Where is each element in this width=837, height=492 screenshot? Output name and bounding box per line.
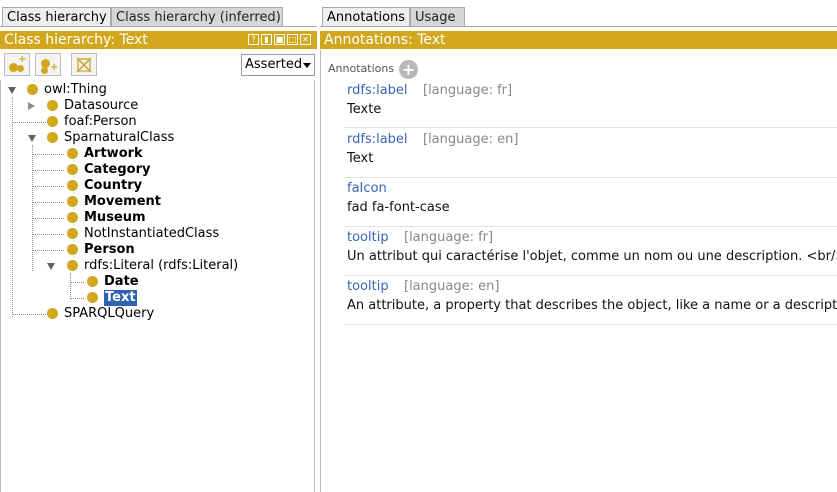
- annotation-value: fad fa-font-case: [347, 200, 450, 215]
- annotation-property[interactable]: rdfs:label: [347, 132, 408, 147]
- tree-guide: [70, 298, 84, 299]
- view-control-buttons: ? ▮ ■ □ ✕: [248, 34, 311, 45]
- right-tab-underline: [320, 26, 837, 27]
- hierarchy-mode-value: Asserted: [245, 57, 303, 72]
- tree-guide: [32, 170, 64, 171]
- delete-class-button[interactable]: [71, 53, 97, 76]
- hierarchy-mode-select[interactable]: Asserted: [241, 54, 315, 76]
- tree-guide: [32, 250, 64, 251]
- annotation-value: Un attribut qui caractérise l'objet, com…: [347, 249, 837, 264]
- collapse-rdfs-literal-icon[interactable]: [47, 263, 55, 270]
- class-icon: [47, 116, 58, 127]
- left-tab-underline: [0, 26, 317, 27]
- annotation-language: [language: fr]: [404, 230, 494, 245]
- class-icon: [47, 100, 58, 111]
- collapse-owl-thing-icon[interactable]: [8, 87, 16, 94]
- annotations-title: Annotations: Text: [324, 32, 446, 48]
- annotation-row[interactable]: faIcon fad fa-font-case: [347, 181, 837, 221]
- annotations-titlebar: Annotations: Text: [320, 31, 837, 49]
- annotation-value: An attribute, a property that describes …: [347, 298, 837, 313]
- tree-guide: [32, 218, 64, 219]
- tree-guide: [32, 234, 64, 235]
- annotation-language: [language: en]: [404, 279, 500, 294]
- class-icon: [67, 260, 78, 271]
- expand-datasource-icon[interactable]: [28, 102, 35, 110]
- class-hierarchy-titlebar: Class hierarchy: Text ? ▮ ■ □ ✕: [0, 31, 317, 49]
- tab-class-hierarchy[interactable]: Class hierarchy: [2, 7, 111, 26]
- annotation-row[interactable]: tooltip [language: en] An attribute, a p…: [347, 279, 837, 319]
- tree-guide-root: [12, 97, 13, 317]
- add-subclass-button[interactable]: +: [4, 53, 30, 76]
- class-icon: [67, 164, 78, 175]
- annotation-property[interactable]: tooltip: [347, 279, 389, 294]
- tree-guide: [12, 314, 46, 315]
- tree-guide: [32, 186, 64, 187]
- chevron-down-icon: [303, 63, 311, 68]
- plus-icon: +: [401, 60, 416, 79]
- left-panel-border: [314, 80, 315, 492]
- tab-class-hierarchy-inferred[interactable]: Class hierarchy (inferred): [111, 7, 283, 26]
- class-icon: [87, 292, 98, 303]
- annotation-property[interactable]: faIcon: [347, 181, 387, 196]
- collapse-sparnatural-icon[interactable]: [28, 135, 36, 142]
- class-icon: [87, 276, 98, 287]
- annotation-separator: [344, 177, 837, 178]
- tree-guide: [12, 122, 46, 123]
- annotation-separator: [344, 275, 837, 276]
- annotation-property[interactable]: rdfs:label: [347, 83, 408, 98]
- annotation-row[interactable]: rdfs:label [language: en] Text: [347, 132, 837, 172]
- add-annotation-button[interactable]: +: [399, 60, 418, 79]
- class-icon: [47, 132, 58, 143]
- close-view-icon[interactable]: ✕: [300, 34, 311, 45]
- class-hierarchy-title: Class hierarchy: Text: [4, 32, 148, 48]
- add-sibling-button[interactable]: +: [35, 53, 61, 76]
- annotation-separator: [344, 324, 837, 325]
- tab-annotations[interactable]: Annotations: [322, 7, 410, 26]
- class-icon: [67, 180, 78, 191]
- class-icon: [47, 308, 58, 319]
- annotation-row[interactable]: rdfs:label [language: fr] Texte: [347, 83, 837, 123]
- tab-usage[interactable]: Usage: [410, 7, 465, 26]
- right-panel-border: [320, 50, 321, 492]
- maximize-view-icon[interactable]: □: [287, 34, 298, 45]
- left-panel-border: [0, 80, 1, 492]
- tree-guide-literal: [70, 273, 71, 299]
- class-icon: [67, 228, 78, 239]
- split-view-icon[interactable]: ▮: [261, 34, 272, 45]
- annotation-property[interactable]: tooltip: [347, 230, 389, 245]
- help-icon[interactable]: ?: [248, 34, 259, 45]
- class-icon: [67, 196, 78, 207]
- tree-guide: [32, 202, 64, 203]
- annotation-row[interactable]: tooltip [language: fr] Un attribut qui c…: [347, 230, 837, 270]
- float-view-icon[interactable]: ■: [274, 34, 285, 45]
- annotation-language: [language: en]: [423, 132, 519, 147]
- tree-guide-sparnatural: [32, 145, 33, 271]
- tree-guide: [70, 282, 84, 283]
- annotation-language: [language: fr]: [423, 83, 513, 98]
- annotation-value: Text: [347, 151, 374, 166]
- annotations-header: Annotations: [328, 62, 395, 75]
- annotation-separator: [344, 127, 837, 128]
- class-icon: [67, 244, 78, 255]
- annotation-value: Texte: [347, 102, 382, 117]
- class-icon: [27, 84, 38, 95]
- class-icon: [67, 148, 78, 159]
- class-icon: [67, 212, 78, 223]
- annotation-separator: [344, 226, 837, 227]
- tree-guide: [32, 154, 64, 155]
